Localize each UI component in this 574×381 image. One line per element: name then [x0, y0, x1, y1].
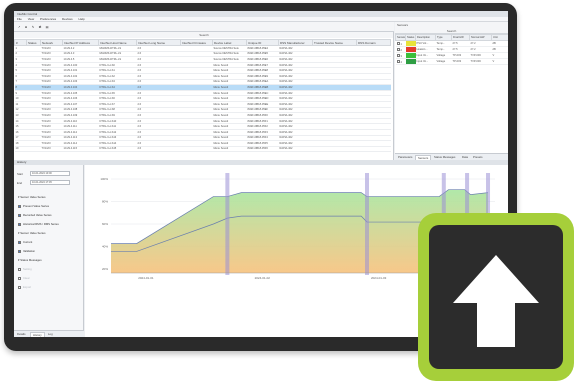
option-checkbox[interactable] — [18, 222, 21, 226]
history-option-item[interactable]: ▾ Sensor Value Series — [18, 231, 45, 235]
end-label: End — [17, 181, 22, 185]
menu-help[interactable]: Help — [79, 17, 85, 21]
option-label: Setting — [23, 267, 32, 271]
y-tick-label: 60% — [102, 222, 108, 226]
sync-icon[interactable]: ⇄ — [38, 25, 42, 29]
device-search[interactable]: Search — [14, 32, 393, 38]
menu-file[interactable]: File — [17, 17, 22, 21]
tab-details[interactable]: Details — [15, 332, 28, 337]
x-tick-label: 2024-01-01 — [138, 276, 154, 280]
option-label: Current — [23, 240, 33, 244]
event-marker — [225, 173, 230, 275]
menu-preferences[interactable]: Preferences — [40, 17, 56, 21]
history-options-panel: Start 10-01-2024 10:00 End 10-01-2024 17… — [14, 165, 84, 337]
list-icon[interactable]: ▤ — [45, 25, 49, 29]
start-date-field[interactable]: 10-01-2024 10:00 — [30, 171, 70, 176]
option-label: Sensor Value Series — [20, 231, 46, 235]
table-cell — [356, 146, 391, 153]
option-checkbox[interactable] — [18, 240, 21, 244]
end-date-field[interactable]: 10-01-2024 17:45 — [30, 180, 70, 185]
tab-history[interactable]: History — [30, 332, 45, 337]
option-label: Recorded Value Series — [23, 213, 52, 217]
option-label: Present Value Series — [23, 204, 50, 208]
upload-arrow-icon — [453, 255, 539, 347]
table-cell: DTRL-In-LS15 — [98, 146, 137, 153]
history-option-item[interactable]: ▾ Sensor Value Series — [18, 195, 45, 199]
option-label: Clear — [23, 276, 30, 280]
sensor-panel: Sensors Search Sensor Status Description Ty… — [395, 22, 508, 160]
x-tick-label: 2024-01-02 — [255, 276, 271, 280]
sensor-checkbox[interactable] — [396, 59, 400, 63]
upload-badge-inner — [429, 225, 563, 369]
history-option-item[interactable]: Historical RMS / RMS Series — [18, 222, 59, 226]
table-cell: TX1/2/3 — [40, 146, 63, 153]
add-icon[interactable]: ⊕ — [24, 25, 28, 29]
export-icon[interactable]: ↗ — [17, 25, 21, 29]
table-cell — [312, 146, 357, 153]
option-checkbox[interactable] — [18, 267, 21, 271]
sensor-row[interactable]: 4 Input Vo... Voltage TP-003 TVP-003 V — [395, 58, 508, 65]
menu-view[interactable]: View — [28, 17, 34, 21]
table-cell: 19 — [14, 146, 27, 153]
history-option-item[interactable]: Clear — [18, 276, 30, 280]
sensor-cell: TP-003 — [451, 58, 470, 65]
bottom-tabs: Details History Log — [14, 330, 84, 337]
sensor-checkbox[interactable] — [396, 53, 400, 57]
sensor-panel-tabs: Parameters Sensors Status Messages Data … — [395, 153, 508, 160]
y-tick-label: 80% — [102, 200, 108, 204]
sensor-id: 2 — [400, 48, 402, 52]
table-cell: 8A9F-DB18-05F6 — [246, 146, 279, 153]
table-cell — [180, 146, 213, 153]
option-checkbox[interactable] — [18, 249, 21, 253]
toolbar: ↗ ⊕ ✎ ⇄ ▤ — [14, 22, 394, 32]
sensor-cell: V — [491, 58, 508, 65]
upload-badge[interactable] — [418, 213, 574, 381]
table-row[interactable]: 19 TX1/2/3 10.29.4.115 DTRL-In-LS15 2.6 Menu … — [14, 146, 391, 153]
sensor-id: 4 — [400, 60, 402, 64]
table-cell: Menu Sound — [212, 146, 247, 153]
y-tick-label: 20% — [102, 267, 108, 271]
sensor-checkbox[interactable] — [396, 41, 400, 45]
table-cell — [26, 146, 41, 153]
device-table-panel: Search # Status Network InterNet IP Address… — [14, 32, 394, 160]
option-label: Export — [23, 285, 32, 289]
sensor-cell: Input Vo... — [415, 58, 436, 65]
history-option-item[interactable]: Current — [18, 240, 32, 244]
history-option-item[interactable]: Present Value Series — [18, 204, 49, 208]
history-option-item[interactable]: Setting — [18, 267, 32, 271]
table-cell: RAPIA-402 — [278, 146, 313, 153]
y-tick-label: 100% — [100, 177, 108, 181]
tab-log[interactable]: Log — [46, 332, 55, 337]
event-marker — [365, 173, 369, 275]
sensor-id: 3 — [400, 54, 402, 58]
table-cell: 10.29.4.115 — [62, 146, 99, 153]
option-checkbox[interactable] — [18, 213, 21, 217]
history-option-item[interactable]: Validation — [18, 249, 35, 253]
option-checkbox[interactable] — [18, 285, 21, 289]
sensor-id: 1 — [400, 42, 402, 46]
table-cell: 2.6 — [136, 146, 181, 153]
history-option-item[interactable]: ▾ Status Messages — [18, 258, 42, 262]
edit-icon[interactable]: ✎ — [31, 25, 35, 29]
sensor-cell: 4 — [395, 58, 406, 65]
device-table: # Status Network InterNet IP Address InterNe… — [14, 39, 391, 153]
x-tick-label: 2024-01-03 — [371, 276, 387, 280]
option-label: Historical RMS / RMS Series — [23, 222, 59, 226]
start-label: Start — [17, 172, 23, 176]
history-option-item[interactable]: Recorded Value Series — [18, 213, 52, 217]
sensor-cell: Voltage — [435, 58, 452, 65]
y-tick-label: 40% — [102, 245, 108, 249]
history-option-item[interactable]: Export — [18, 285, 31, 289]
option-label: Status Messages — [20, 258, 42, 262]
option-checkbox[interactable] — [18, 204, 21, 208]
sensor-status-swatch — [405, 58, 416, 65]
option-label: Validation — [23, 249, 36, 253]
option-label: Sensor Value Series — [20, 195, 46, 199]
sensor-table: Sensor Status Description Type Final HW Norma… — [395, 34, 508, 65]
sensor-cell: TVP-003 — [469, 58, 492, 65]
menu-devices[interactable]: Devices — [62, 17, 73, 21]
option-checkbox[interactable] — [18, 276, 21, 280]
sensor-checkbox[interactable] — [396, 47, 400, 51]
